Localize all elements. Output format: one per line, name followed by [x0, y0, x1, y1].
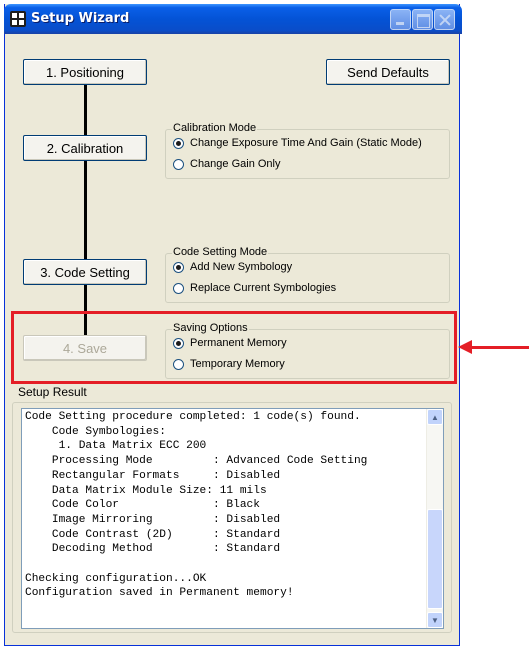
scrollbar-thumb[interactable]: [427, 509, 443, 609]
positioning-step-button[interactable]: 1. Positioning: [23, 59, 147, 85]
radio-label: Add New Symbology: [190, 261, 293, 273]
radio-button-icon[interactable]: [173, 158, 184, 170]
send-defaults-button[interactable]: Send Defaults: [326, 59, 450, 85]
minimize-button[interactable]: [390, 9, 411, 30]
radio-button-icon[interactable]: [173, 282, 184, 294]
calibration-mode-group: Calibration Mode Change Exposure Time An…: [165, 122, 450, 179]
radio-label: Change Gain Only: [190, 158, 281, 170]
title-bar[interactable]: Setup Wizard: [4, 4, 462, 34]
code-setting-mode-label: Code Setting Mode: [172, 246, 269, 258]
radio-label: Replace Current Symbologies: [190, 282, 337, 294]
maximize-button[interactable]: [412, 9, 433, 30]
radio-button-icon[interactable]: [173, 137, 184, 149]
code-setting-step-button[interactable]: 3. Code Setting: [23, 259, 147, 285]
setup-result-textbox[interactable]: Code Setting procedure completed: 1 code…: [21, 408, 444, 629]
scroll-up-arrow-icon[interactable]: ▲: [427, 409, 443, 425]
close-button[interactable]: [434, 9, 455, 30]
setup-result-label: Setup Result: [18, 385, 87, 399]
radio-gain-only[interactable]: Change Gain Only: [173, 158, 281, 170]
radio-label: Change Exposure Time And Gain (Static Mo…: [190, 137, 422, 149]
annotation-arrow: [470, 346, 529, 349]
setup-result-text: Code Setting procedure completed: 1 code…: [25, 411, 368, 600]
vertical-scrollbar[interactable]: ▲ ▼: [426, 409, 443, 628]
calibration-step-button[interactable]: 2. Calibration: [23, 135, 147, 161]
app-icon: [10, 11, 26, 27]
code-setting-mode-group: Code Setting Mode Add New Symbology Repl…: [165, 246, 450, 303]
radio-exposure-gain[interactable]: Change Exposure Time And Gain (Static Mo…: [173, 137, 422, 149]
radio-button-icon[interactable]: [173, 261, 184, 273]
calibration-mode-label: Calibration Mode: [172, 122, 258, 134]
radio-add-new-symbology[interactable]: Add New Symbology: [173, 261, 292, 273]
scroll-down-arrow-icon[interactable]: ▼: [427, 612, 443, 628]
step-connector: [84, 161, 87, 259]
window-title: Setup Wizard: [31, 11, 130, 26]
radio-replace-symbologies[interactable]: Replace Current Symbologies: [173, 282, 336, 294]
annotation-highlight-box: [11, 311, 457, 384]
annotation-arrow-head-icon: [458, 340, 472, 354]
step-connector: [84, 85, 87, 135]
